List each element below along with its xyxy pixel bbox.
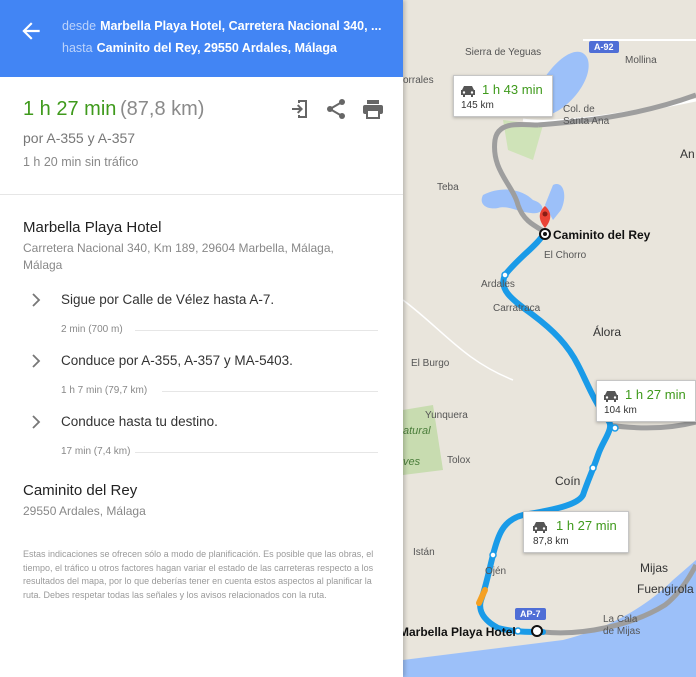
step-text: Conduce por A-355, A-357 y MA-5403.: [61, 353, 293, 368]
step-divider: [162, 391, 378, 392]
share-icon[interactable]: [324, 97, 348, 121]
direction-step[interactable]: Conduce hasta tu destino. 17 min (7,4 km…: [0, 414, 403, 472]
map-label: Mollina: [625, 55, 657, 66]
map-label: Álora: [593, 325, 622, 339]
origin-map-label: Marbella Playa Hotel: [403, 625, 516, 639]
map-label: Ardales: [481, 279, 515, 290]
route-duration: 1 h 27 min: [23, 98, 117, 120]
map-label: El Burgo: [411, 358, 450, 369]
map-label: Sierra de Yeguas: [465, 47, 542, 58]
map-label: Fuengirola: [637, 582, 694, 596]
route-via: por A-355 y A-357: [23, 130, 136, 146]
to-label: hasta: [62, 41, 93, 55]
callout-time: 1 h 27 min: [556, 518, 617, 533]
destination-line[interactable]: hasta Caminito del Rey, 29550 Ardales, Má…: [62, 41, 392, 55]
origin-line[interactable]: desde Marbella Playa Hotel, Carretera Nac…: [62, 19, 392, 33]
route-distance: (87,8 km): [120, 98, 205, 120]
map-label: Yunquera: [425, 410, 468, 421]
map-label: Teba: [437, 182, 459, 193]
map-label: ves: [403, 456, 421, 468]
to-value: Caminito del Rey, 29550 Ardales, Málaga: [96, 41, 337, 55]
map-label: atural: [403, 425, 431, 437]
car-icon: [461, 86, 475, 97]
callout-time: 1 h 27 min: [625, 387, 686, 402]
print-icon[interactable]: [361, 97, 385, 121]
map-label: An: [680, 147, 695, 161]
direction-step[interactable]: Sigue por Calle de Vélez hasta A-7. 2 mi…: [0, 292, 403, 350]
origin-address: Carretera Nacional 340, Km 189, 29604 Ma…: [23, 241, 334, 272]
map-label: Tolox: [447, 455, 471, 466]
road-shield: A-92: [589, 41, 619, 53]
road-shield: AP-7: [515, 608, 546, 620]
car-icon: [533, 522, 547, 533]
route-callout-selected[interactable]: 1 h 27 min 87,8 km: [523, 511, 629, 553]
callout-distance: 104 km: [604, 405, 637, 416]
from-label: desde: [62, 19, 97, 33]
map-label: La Cala de Mijas: [603, 614, 641, 637]
send-to-device-icon[interactable]: [289, 97, 313, 121]
map-label: El Chorro: [544, 250, 587, 261]
step-meta: 17 min (7,4 km): [61, 446, 131, 457]
map-label: Istán: [413, 547, 435, 558]
destination-address: 29550 Ardales, Málaga: [23, 504, 146, 518]
map-label: Col. de Santa Ana: [563, 104, 610, 127]
map-label: Ojén: [485, 566, 507, 577]
callout-distance: 87,8 km: [533, 536, 569, 547]
map-label: Coín: [555, 474, 581, 488]
map-label: Mijas: [640, 561, 669, 575]
car-icon: [604, 391, 618, 402]
destination-name: Caminito del Rey: [23, 482, 138, 499]
step-meta: 1 h 7 min (79,7 km): [61, 385, 148, 396]
directions-header: desde Marbella Playa Hotel, Carretera Nac…: [0, 0, 403, 77]
destination-map-label: Caminito del Rey: [553, 228, 651, 242]
route-callout-alt[interactable]: 1 h 43 min 145 km: [453, 75, 553, 117]
back-arrow-icon[interactable]: [18, 18, 44, 44]
map-view[interactable]: Sierra de Yeguas Mollina A-92 orrales Co…: [403, 0, 696, 677]
directions-panel: desde Marbella Playa Hotel, Carretera Nac…: [0, 0, 403, 677]
step-text: Sigue por Calle de Vélez hasta A-7.: [61, 292, 275, 307]
route-callout-alt[interactable]: 1 h 27 min 104 km: [596, 380, 696, 422]
callout-time: 1 h 43 min: [482, 82, 543, 97]
step-divider: [135, 452, 378, 453]
route-summary: 1 h 27 min (87,8 km) por A-355 y A-357 1…: [0, 77, 403, 195]
origin-name: Marbella Playa Hotel: [23, 219, 162, 236]
chevron-right-icon: [32, 293, 41, 307]
chevron-right-icon: [32, 354, 41, 368]
chevron-right-icon: [32, 415, 41, 429]
disclaimer: Estas indicaciones se ofrecen sólo a mod…: [23, 549, 374, 600]
map-label: orrales: [403, 75, 434, 86]
step-text: Conduce hasta tu destino.: [61, 414, 218, 429]
direction-step[interactable]: Conduce por A-355, A-357 y MA-5403. 1 h …: [0, 353, 403, 411]
callout-distance: 145 km: [461, 100, 494, 111]
map-label: Carratraca: [493, 303, 541, 314]
step-divider: [135, 330, 378, 331]
from-value: Marbella Playa Hotel, Carretera Nacional…: [100, 19, 382, 33]
no-traffic-time: 1 h 20 min sin tráfico: [23, 155, 139, 169]
step-meta: 2 min (700 m): [61, 324, 123, 335]
